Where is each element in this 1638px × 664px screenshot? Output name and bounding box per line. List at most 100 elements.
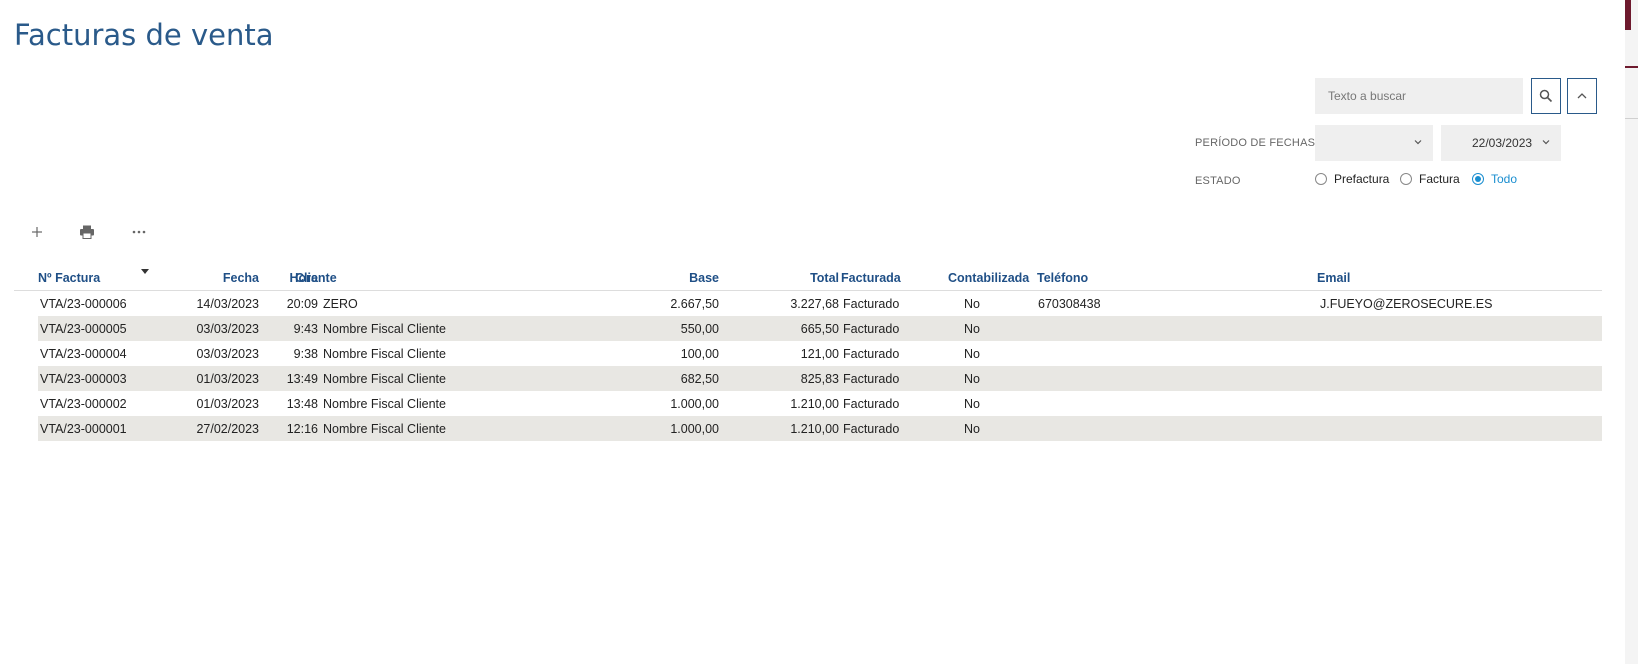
- cell-contabilizada: No: [964, 422, 980, 436]
- state-label: ESTADO: [1195, 175, 1241, 187]
- add-button[interactable]: [25, 222, 49, 242]
- cell-cliente: Nombre Fiscal Cliente: [323, 397, 446, 411]
- cell-hora: 13:48: [286, 397, 318, 411]
- radio-button[interactable]: [1315, 173, 1327, 185]
- cell-numero: VTA/23-000006: [40, 297, 127, 311]
- radio-prefactura[interactable]: Prefactura: [1315, 172, 1389, 186]
- cell-facturada: Facturado: [843, 297, 900, 311]
- date-select-value: 22/03/2023: [1472, 136, 1533, 150]
- cell-hora: 13:49: [286, 372, 318, 386]
- print-button[interactable]: [75, 222, 99, 242]
- cell-numero: VTA/23-000005: [40, 322, 127, 336]
- search-input[interactable]: [1315, 78, 1523, 114]
- rail-separator: [1625, 118, 1638, 119]
- radio-todo[interactable]: Todo: [1472, 172, 1517, 186]
- radio-label: Todo: [1491, 172, 1518, 186]
- cell-numero: VTA/23-000002: [40, 397, 127, 411]
- cell-hora: 9:38: [293, 347, 318, 361]
- column-header-total[interactable]: Total: [724, 271, 839, 285]
- row-gutter: [14, 366, 38, 391]
- cell-fecha: 14/03/2023: [196, 297, 259, 311]
- radio-button-checked[interactable]: [1472, 173, 1484, 185]
- cell-hora: 20:09: [286, 297, 318, 311]
- column-header-telefono[interactable]: Teléfono: [1037, 271, 1088, 285]
- cell-total: 665,50: [800, 322, 839, 336]
- column-header-contabilizada[interactable]: Contabilizada: [948, 271, 1029, 285]
- rail-accent-line: [1625, 66, 1638, 68]
- cell-fecha: 27/02/2023: [196, 422, 259, 436]
- cell-contabilizada: No: [964, 322, 980, 336]
- cell-total: 1.210,00: [790, 397, 839, 411]
- cell-total: 3.227,68: [790, 297, 839, 311]
- radio-label: Factura: [1419, 172, 1460, 186]
- chevron-down-icon: [1414, 140, 1422, 145]
- column-header-fecha[interactable]: Fecha: [144, 271, 259, 285]
- cell-numero: VTA/23-000003: [40, 372, 127, 386]
- cell-contabilizada: No: [964, 397, 980, 411]
- chevron-down-icon: [1542, 140, 1550, 145]
- radio-button[interactable]: [1400, 173, 1412, 185]
- cell-contabilizada: No: [964, 297, 980, 311]
- rail-accent-top: [1625, 0, 1631, 30]
- cell-total: 121,00: [800, 347, 839, 361]
- cell-base: 100,00: [680, 347, 719, 361]
- page-title: Facturas de venta: [14, 18, 274, 52]
- cell-hora: 9:43: [293, 322, 318, 336]
- table-row[interactable]: VTA/23-000001 27/02/2023 12:16 Nombre Fi…: [14, 416, 1602, 441]
- invoices-table: Nº Factura Fecha Hora Cliente Base Total…: [14, 266, 1602, 441]
- row-gutter: [14, 316, 38, 341]
- column-header-email[interactable]: Email: [1317, 271, 1350, 285]
- table-row[interactable]: VTA/23-000002 01/03/2023 13:48 Nombre Fi…: [14, 391, 1602, 416]
- radio-factura[interactable]: Factura: [1400, 172, 1460, 186]
- cell-email: J.FUEYO@ZEROSECURE.ES: [1320, 297, 1493, 311]
- cell-fecha: 03/03/2023: [196, 347, 259, 361]
- cell-base: 682,50: [680, 372, 719, 386]
- right-scroll-rail[interactable]: [1625, 0, 1638, 664]
- more-options-button[interactable]: [127, 222, 151, 242]
- cell-facturada: Facturado: [843, 372, 900, 386]
- plus-icon: [32, 227, 42, 237]
- more-icon: [132, 230, 146, 234]
- cell-telefono: 670308438: [1038, 297, 1101, 311]
- cell-fecha: 01/03/2023: [196, 372, 259, 386]
- cell-numero: VTA/23-000004: [40, 347, 127, 361]
- cell-total: 825,83: [800, 372, 839, 386]
- cell-cliente: ZERO: [323, 297, 358, 311]
- period-label: PERÍODO DE FECHAS: [1195, 137, 1316, 149]
- search-icon: [1539, 89, 1553, 103]
- column-header-facturada[interactable]: Facturada: [841, 271, 901, 285]
- search-button[interactable]: [1531, 78, 1561, 114]
- chevron-up-icon: [1577, 93, 1587, 99]
- table-row[interactable]: VTA/23-000003 01/03/2023 13:49 Nombre Fi…: [14, 366, 1602, 391]
- cell-hora: 12:16: [286, 422, 318, 436]
- cell-facturada: Facturado: [843, 397, 900, 411]
- cell-base: 1.000,00: [670, 422, 719, 436]
- table-row[interactable]: VTA/23-000005 03/03/2023 9:43 Nombre Fis…: [14, 316, 1602, 341]
- table-row[interactable]: VTA/23-000006 14/03/2023 20:09 ZERO 2.66…: [14, 291, 1602, 316]
- cell-fecha: 03/03/2023: [196, 322, 259, 336]
- date-select[interactable]: 22/03/2023: [1441, 125, 1561, 161]
- cell-cliente: Nombre Fiscal Cliente: [323, 372, 446, 386]
- table-row[interactable]: VTA/23-000004 03/03/2023 9:38 Nombre Fis…: [14, 341, 1602, 366]
- cell-contabilizada: No: [964, 347, 980, 361]
- column-header-cliente[interactable]: Cliente: [295, 271, 337, 285]
- cell-base: 1.000,00: [670, 397, 719, 411]
- cell-base: 550,00: [680, 322, 719, 336]
- collapse-filters-button[interactable]: [1567, 78, 1597, 114]
- cell-base: 2.667,50: [670, 297, 719, 311]
- period-select[interactable]: [1315, 125, 1433, 161]
- cell-contabilizada: No: [964, 372, 980, 386]
- column-header-base[interactable]: Base: [574, 271, 719, 285]
- cell-facturada: Facturado: [843, 322, 900, 336]
- cell-cliente: Nombre Fiscal Cliente: [323, 422, 446, 436]
- cell-fecha: 01/03/2023: [196, 397, 259, 411]
- row-gutter: [14, 416, 38, 441]
- cell-cliente: Nombre Fiscal Cliente: [323, 347, 446, 361]
- cell-cliente: Nombre Fiscal Cliente: [323, 322, 446, 336]
- printer-icon: [80, 225, 94, 239]
- cell-total: 1.210,00: [790, 422, 839, 436]
- column-header-numero[interactable]: Nº Factura: [38, 271, 100, 285]
- cell-facturada: Facturado: [843, 422, 900, 436]
- radio-label: Prefactura: [1334, 172, 1390, 186]
- table-header: Nº Factura Fecha Hora Cliente Base Total…: [14, 266, 1602, 291]
